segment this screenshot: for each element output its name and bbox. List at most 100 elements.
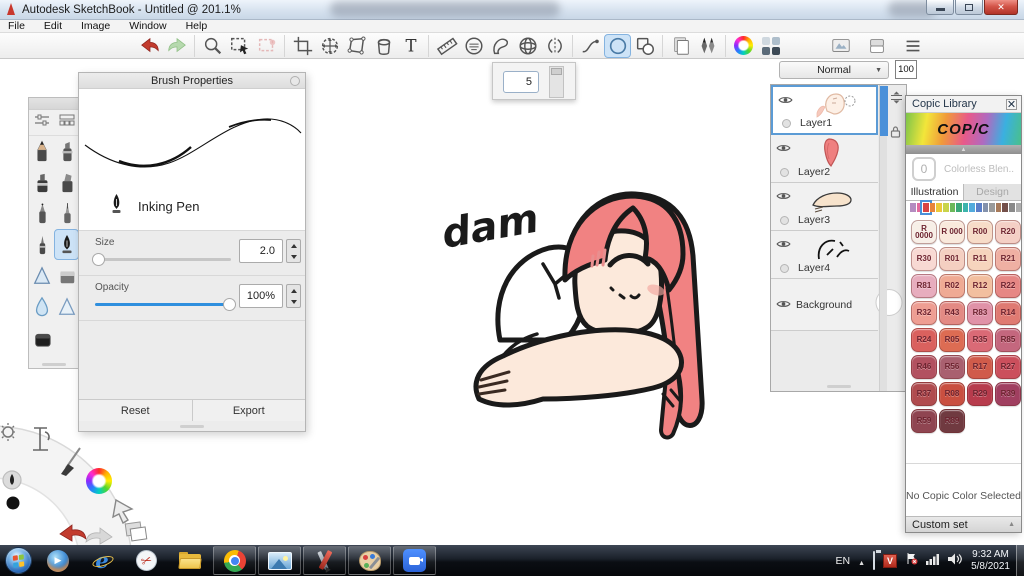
color-family-swatch[interactable] <box>910 203 916 212</box>
brush-library-tool-icon[interactable] <box>667 34 694 58</box>
shapes-tool-icon[interactable] <box>631 34 658 58</box>
minimize-button[interactable] <box>926 0 954 15</box>
redo-tool-icon[interactable] <box>163 34 190 58</box>
menu-image[interactable]: Image <box>81 20 110 32</box>
layer-radio[interactable] <box>780 216 789 225</box>
brush-properties-header[interactable]: Brush Properties <box>79 73 305 89</box>
select-tool-icon[interactable] <box>226 34 253 58</box>
transform-tool-icon[interactable] <box>316 34 343 58</box>
close-icon[interactable]: ✕ <box>1006 98 1017 111</box>
layer-radio[interactable] <box>780 168 789 177</box>
custom-set-bar[interactable]: Custom set ▲ <box>906 516 1021 532</box>
copic-title-bar[interactable]: Copic Library ✕ <box>906 96 1021 113</box>
brush-sets-icon[interactable] <box>59 113 75 132</box>
layer-visibility-icon[interactable] <box>776 188 791 206</box>
copic-swatch-R20[interactable]: R20 <box>995 220 1021 244</box>
copic-swatch-R000[interactable]: R 000 <box>939 220 965 244</box>
color-family-swatch[interactable] <box>1015 203 1022 212</box>
copic-swatch-R05[interactable]: R05 <box>939 328 965 352</box>
text-tool-icon[interactable]: T <box>397 34 424 58</box>
brush-smudge[interactable] <box>29 260 54 291</box>
export-button[interactable]: Export <box>191 400 306 421</box>
copic-collapse-bar[interactable]: ▲ <box>906 145 1021 154</box>
french-curve-tool-icon[interactable] <box>487 34 514 58</box>
symmetry-tool-icon[interactable] <box>541 34 568 58</box>
quick-size-slider[interactable] <box>549 66 564 98</box>
layer-radio[interactable] <box>780 264 789 273</box>
blender-swatch[interactable]: 0 <box>912 157 936 181</box>
copic-swatch-R83[interactable]: R83 <box>967 301 993 325</box>
opacity-value-field[interactable]: 100% <box>239 284 283 308</box>
tray-volume-icon[interactable] <box>948 552 963 570</box>
layer-row-layer4[interactable]: Layer4 <box>771 231 878 279</box>
color-family-swatch[interactable] <box>936 203 942 212</box>
quick-size-value[interactable]: 5 <box>503 71 539 93</box>
layer-opacity-field[interactable]: 100 <box>895 60 917 79</box>
gallery-icon[interactable] <box>827 34 854 58</box>
color-family-swatch[interactable] <box>1008 203 1015 212</box>
copic-swatches-tool-icon[interactable] <box>757 34 784 58</box>
tray-clipboard-icon[interactable] <box>873 549 882 570</box>
copic-swatch-R29[interactable]: R29 <box>967 382 993 406</box>
colorless-blender-row[interactable]: 0 Colorless Blen.. <box>906 154 1021 184</box>
language-indicator[interactable]: EN <box>836 555 851 567</box>
tray-action-center-flag-icon[interactable] <box>905 552 918 570</box>
brush-flat-eraser[interactable] <box>54 260 79 291</box>
copic-swatch-R21[interactable]: R21 <box>995 247 1021 271</box>
brush-soft-triangle[interactable] <box>54 291 79 322</box>
size-value-field[interactable]: 2.0 <box>239 239 283 263</box>
color-ring-icon[interactable] <box>86 468 112 494</box>
copic-swatch-R30[interactable]: R30 <box>911 247 937 271</box>
brush-block-eraser[interactable] <box>29 322 54 353</box>
ruler-tool-icon[interactable] <box>433 34 460 58</box>
menu-file[interactable]: File <box>8 20 25 32</box>
brush-marker[interactable] <box>29 167 54 198</box>
panel-grip[interactable] <box>42 363 66 366</box>
opacity-slider[interactable] <box>95 298 236 311</box>
ellipse-tool-icon[interactable] <box>604 33 631 58</box>
tray-tray-expand-icon[interactable]: ▲ <box>858 552 865 570</box>
close-button[interactable]: ✕ <box>984 0 1018 15</box>
color-family-swatch[interactable] <box>942 203 949 212</box>
layer-visibility-icon[interactable] <box>776 236 791 254</box>
color-wheel-tool-icon[interactable] <box>730 34 757 58</box>
copic-swatch-R02[interactable]: R02 <box>939 274 965 298</box>
taskbar-start-button[interactable] <box>0 547 36 574</box>
opacity-stepper[interactable] <box>286 284 301 308</box>
copic-swatch-R35[interactable]: R35 <box>967 328 993 352</box>
copic-swatch-R08[interactable]: R08 <box>939 382 965 406</box>
brush-pencil[interactable] <box>29 136 54 167</box>
deselect-tool-icon[interactable] <box>253 34 280 58</box>
magnifier-tool-icon[interactable] <box>199 34 226 58</box>
ellipse-guide-tool-icon[interactable] <box>460 34 487 58</box>
copic-swatch-R85[interactable]: R85 <box>995 328 1021 352</box>
taskbar-chrome-icon[interactable] <box>213 546 256 575</box>
color-family-swatch[interactable] <box>916 203 923 212</box>
menu-icon[interactable] <box>899 34 926 58</box>
taskbar-zoom-app-icon[interactable] <box>393 546 436 575</box>
pen-puck-icon[interactable] <box>2 470 22 490</box>
brush-fine-pen[interactable] <box>29 229 54 260</box>
color-family-swatch[interactable] <box>969 203 975 212</box>
layer-row-layer2[interactable]: Layer2 <box>771 135 878 183</box>
title-bar[interactable]: Autodesk SketchBook - Untitled @ 201.1% … <box>0 0 1024 20</box>
crop-tool-icon[interactable] <box>289 34 316 58</box>
reset-button[interactable]: Reset <box>79 400 192 421</box>
copic-swatch-R01[interactable]: R01 <box>939 247 965 271</box>
copic-swatch-R14[interactable]: R14 <box>995 301 1021 325</box>
color-family-swatch[interactable] <box>949 203 956 212</box>
copic-swatch-R46[interactable]: R46 <box>911 355 937 379</box>
taskbar-snipping-tool-icon[interactable]: ✂ <box>132 547 160 574</box>
brush-inking-pen[interactable] <box>54 229 79 260</box>
layer-editor-icon[interactable] <box>863 34 890 58</box>
copic-swatch-R00[interactable]: R00 <box>967 220 993 244</box>
color-family-swatch[interactable] <box>962 203 969 212</box>
copic-swatch-R12[interactable]: R12 <box>967 274 993 298</box>
tray-network-signal-icon[interactable] <box>926 552 940 570</box>
layer-row-layer1[interactable]: Layer1 <box>771 85 878 135</box>
undo-tool-icon[interactable] <box>136 34 163 58</box>
pencil-set-tool-icon[interactable] <box>694 34 721 58</box>
brush-chisel-marker[interactable] <box>54 167 79 198</box>
perspective-tool-icon[interactable] <box>514 34 541 58</box>
color-family-swatch[interactable] <box>995 203 1002 212</box>
